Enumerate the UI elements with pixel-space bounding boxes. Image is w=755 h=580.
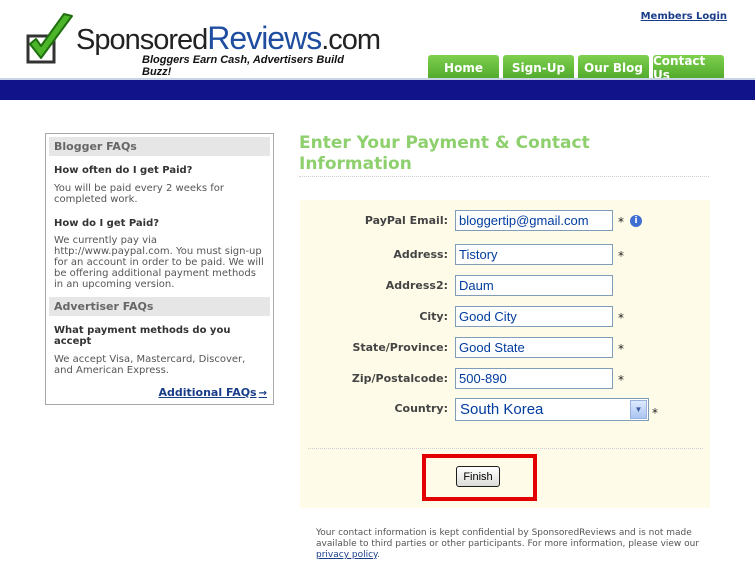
logo-prefix: Sponsored (76, 24, 208, 56)
header-bar (0, 80, 755, 100)
required-marker: * (618, 215, 624, 229)
state-field[interactable] (455, 337, 613, 358)
required-marker: * (618, 311, 624, 325)
state-row: State/Province: * (300, 337, 710, 359)
privacy-policy-link[interactable]: privacy policy (316, 550, 377, 560)
form-divider (308, 448, 703, 449)
finish-button[interactable]: Finish (456, 466, 500, 487)
faq-question: How often do I get Paid? (54, 165, 193, 176)
address-row: Address: * (300, 244, 710, 266)
city-row: City: * (300, 306, 710, 328)
nav-tab-blog[interactable]: Our Blog (578, 55, 649, 80)
chevron-down-icon[interactable]: ▼ (630, 400, 647, 419)
additional-faqs-label: Additional FAQs (158, 386, 257, 399)
required-marker: * (618, 373, 624, 387)
zip-label: Zip/Postalcode: (351, 372, 448, 385)
checkmark-logo-icon (26, 13, 73, 64)
address-field[interactable] (455, 244, 613, 265)
members-login-link[interactable]: Members Login (641, 11, 727, 22)
nav-tab-contact[interactable]: Contact Us (653, 54, 724, 82)
zip-row: Zip/Postalcode: * (300, 368, 710, 390)
logo-tagline: Bloggers Earn Cash, Advertisers Build Bu… (142, 54, 344, 78)
paypal-email-field[interactable] (455, 210, 613, 231)
paypal-row: PayPal Email: * i (300, 210, 710, 232)
city-field[interactable] (455, 306, 613, 327)
country-row: Country: South Korea ▼ * (300, 398, 710, 421)
required-marker: * (618, 342, 624, 356)
footnote-text: Your contact information is kept confide… (316, 528, 700, 549)
blogger-faq-header: Blogger FAQs (49, 137, 270, 156)
state-label: State/Province: (352, 341, 448, 354)
faq-answer: We currently pay via http://www.paypal.c… (54, 235, 264, 290)
country-select[interactable]: South Korea ▼ (455, 398, 649, 421)
faq-answer: You will be paid every 2 weeks for compl… (54, 183, 224, 205)
address2-field[interactable] (455, 275, 613, 296)
paypal-label: PayPal Email: (364, 214, 448, 227)
main-nav: Home Sign-Up Our Blog Contact Us (428, 54, 724, 82)
faq-answer: We accept Visa, Mastercard, Discover, an… (54, 354, 246, 376)
arrow-right-icon: → (258, 388, 267, 399)
address2-label: Address2: (385, 279, 448, 292)
logo-wordmark: SponsoredReviews.com (76, 20, 381, 57)
advertiser-faq-header: Advertiser FAQs (49, 297, 270, 316)
logo-highlight: Reviews (207, 20, 322, 56)
required-marker: * (652, 406, 658, 420)
required-marker: * (618, 249, 624, 263)
zip-field[interactable] (455, 368, 613, 389)
footnote-end: . (377, 550, 380, 560)
faq-question: How do I get Paid? (54, 218, 160, 229)
address-label: Address: (393, 248, 448, 261)
nav-tab-signup[interactable]: Sign-Up (503, 55, 574, 80)
address2-row: Address2: (300, 275, 710, 297)
country-selected-value: South Korea (460, 401, 544, 418)
title-divider (299, 176, 709, 177)
city-label: City: (419, 310, 448, 323)
privacy-footnote: Your contact information is kept confide… (316, 528, 706, 561)
site-logo[interactable]: SponsoredReviews.com Bloggers Earn Cash,… (24, 12, 381, 78)
faq-sidebar: Blogger FAQs How often do I get Paid? Yo… (45, 133, 274, 405)
additional-faqs-link[interactable]: Additional FAQs → (158, 386, 267, 399)
faq-question: What payment methods do you accept (54, 325, 231, 347)
country-label: Country: (394, 402, 448, 415)
logo-suffix: .com (321, 24, 381, 56)
nav-tab-home[interactable]: Home (428, 55, 499, 80)
info-icon[interactable]: i (630, 215, 642, 227)
page-title: Enter Your Payment & Contact Information (299, 133, 590, 174)
